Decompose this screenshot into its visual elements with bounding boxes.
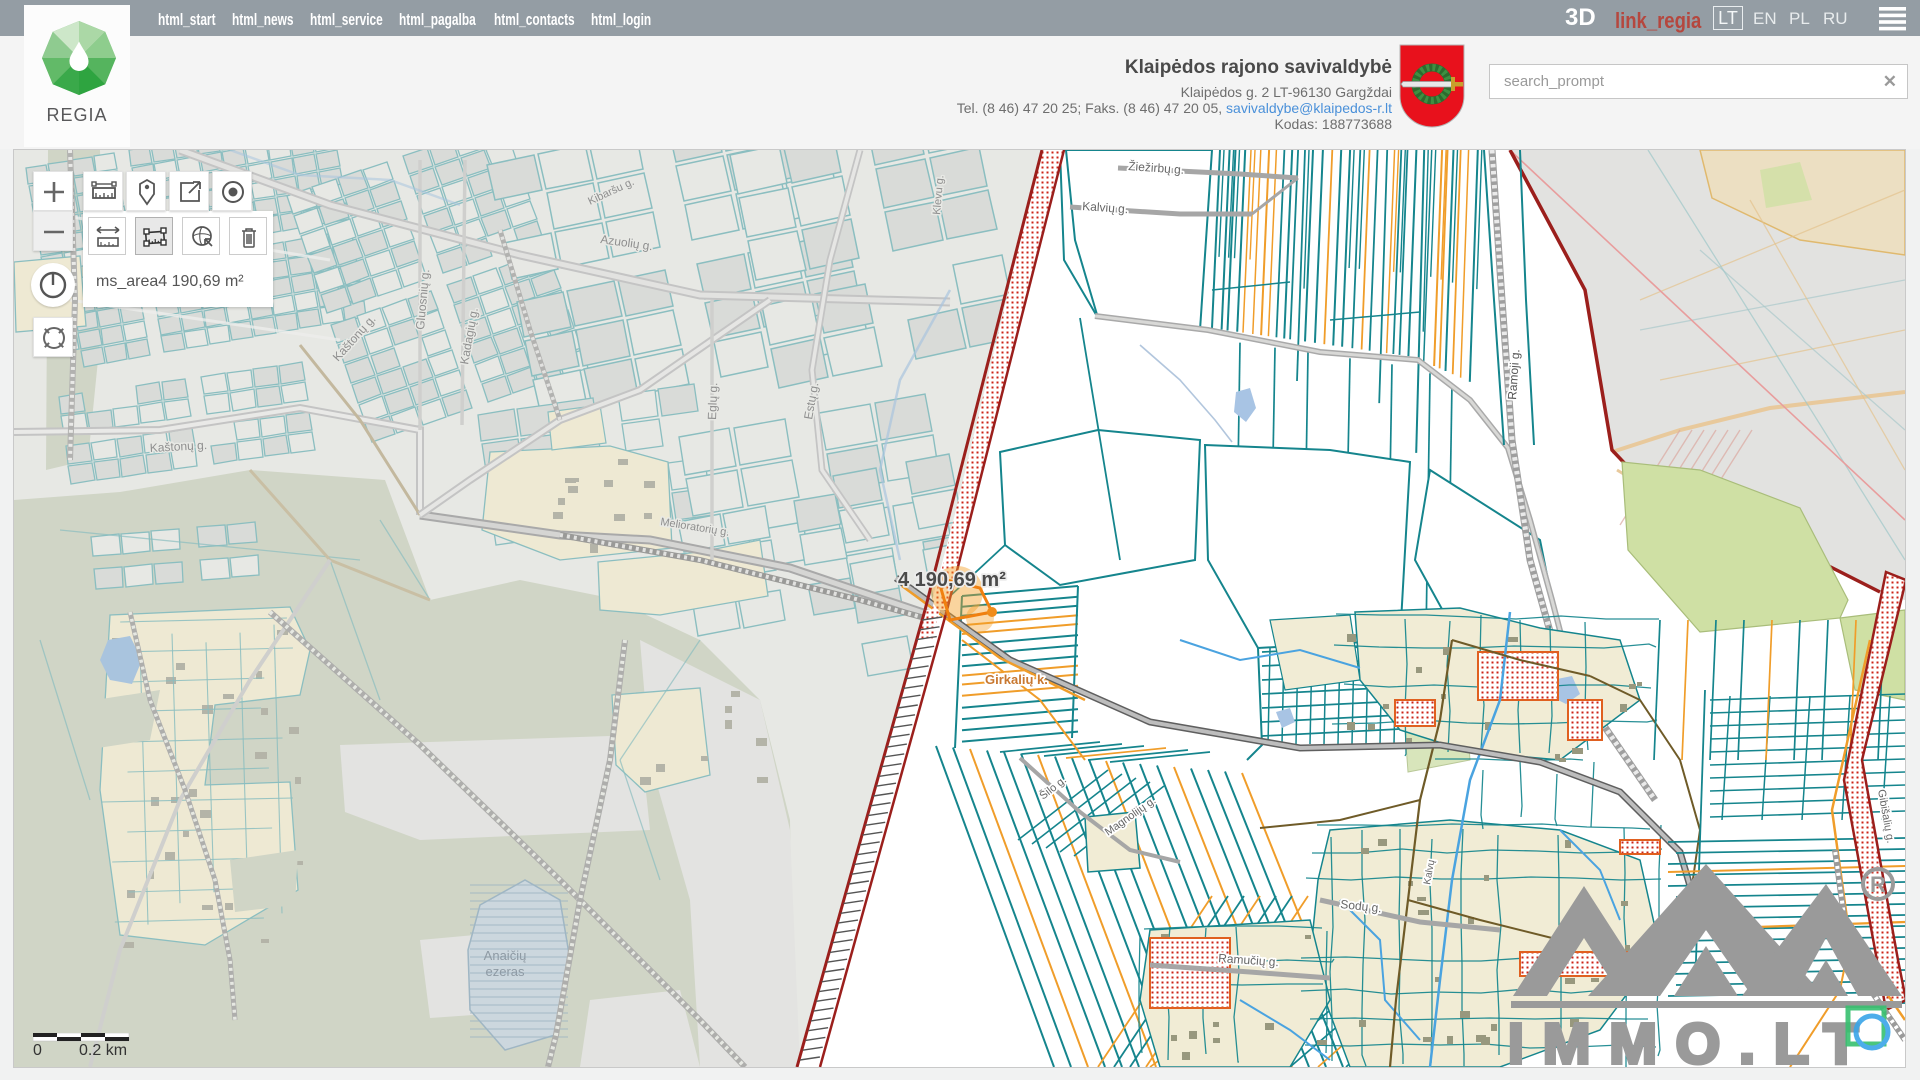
svg-text:4 190,69 m²: 4 190,69 m² — [898, 569, 1006, 591]
svg-text:Kaštonų g.: Kaštonų g. — [149, 438, 207, 455]
svg-text:R: R — [1870, 872, 1886, 897]
svg-text:Girkalių k.: Girkalių k. — [985, 672, 1048, 687]
svg-text:Eglų g.: Eglų g. — [705, 382, 720, 420]
svg-text:Anaičių: Anaičių — [484, 948, 527, 963]
svg-text:IMMO.LT: IMMO.LT — [1508, 1012, 1877, 1067]
svg-text:ezeras: ezeras — [485, 964, 525, 979]
